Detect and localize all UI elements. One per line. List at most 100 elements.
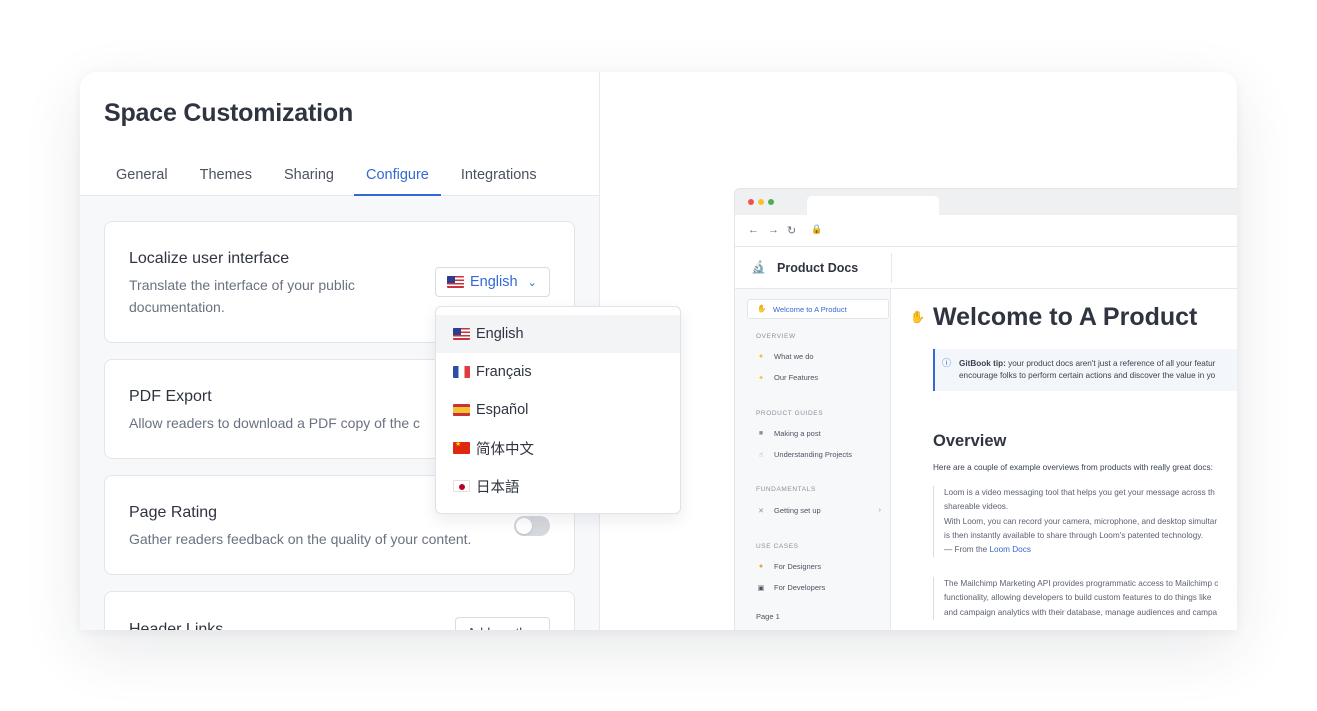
sidebar-item-for-designers: ● For Designers — [756, 562, 881, 571]
hand-icon: ☝ — [758, 451, 764, 459]
language-option-label: English — [476, 326, 524, 342]
sidebar-item-label: Our Features — [774, 373, 819, 382]
tip-line2: encourage folks to perform certain actio… — [959, 371, 1216, 380]
tab-general[interactable]: General — [104, 158, 180, 196]
language-option-french[interactable]: Français — [436, 353, 680, 391]
sidebar-item-label: Making a post — [774, 429, 821, 438]
sidebar-item-for-developers: ▣ For Developers — [756, 583, 881, 592]
page-title: Space Customization — [104, 99, 354, 127]
sidebar-item-page-1: Page 1 — [756, 612, 881, 621]
sidebar-category-guides: PRODUCT GUIDES — [756, 410, 824, 417]
selected-language: English — [470, 274, 518, 290]
palette-icon: ● — [758, 563, 764, 570]
tab-integrations[interactable]: Integrations — [449, 158, 549, 196]
panel-header: Space Customization General Themes Shari… — [80, 72, 599, 196]
us-flag-icon — [453, 328, 470, 340]
sidebar-item-label: Getting set up — [774, 506, 821, 515]
bulb-icon: ● — [758, 353, 764, 360]
quote-line: functionality, allowing developers to bu… — [944, 593, 1212, 603]
language-option-chinese[interactable]: 简体中文 — [436, 429, 680, 467]
header-divider — [891, 253, 892, 283]
page-rating-title: Page Rating — [129, 504, 218, 521]
fr-flag-icon — [453, 366, 470, 378]
info-icon: ⓘ — [942, 358, 952, 368]
tab-configure[interactable]: Configure — [353, 158, 441, 196]
site-name: Product Docs — [777, 261, 859, 275]
localize-desc-line1: Translate the interface of your public — [129, 277, 355, 293]
language-option-spanish[interactable]: Español — [436, 391, 680, 429]
close-dot — [748, 199, 754, 205]
us-flag-icon — [447, 276, 464, 288]
tab-sharing[interactable]: Sharing — [272, 158, 346, 196]
sidebar-item-label: Page 1 — [756, 612, 780, 621]
sidebar-item-understanding-projects: ☝ Understanding Projects — [756, 450, 881, 459]
tools-icon: ✕ — [758, 507, 764, 515]
forward-arrow-icon: → — [768, 224, 779, 236]
tip-text: your product docs aren't just a referenc… — [1005, 359, 1216, 368]
sparkle-icon: ✦ — [758, 374, 764, 382]
quote-line: shareable videos. — [944, 502, 1009, 512]
quote-line: is then instantly available to share thr… — [944, 530, 1204, 540]
post-icon: ■ — [758, 430, 764, 437]
sidebar-item-getting-set-up: ✕ Getting set up › — [756, 506, 881, 515]
docs-content: ✋ Welcome to A Product ⓘ GitBook tip: yo… — [892, 289, 1237, 630]
browser-titlebar — [735, 189, 1237, 215]
sidebar-item-label: For Developers — [774, 583, 826, 592]
header-links-section: Header Links Add another — [104, 591, 575, 630]
tab-bar: General Themes Sharing Configure Integra… — [104, 158, 557, 196]
language-option-label: Español — [476, 402, 529, 418]
page-rating-toggle[interactable] — [514, 516, 550, 536]
quote-line: The Mailchimp Marketing API provides pro… — [944, 579, 1219, 588]
quote-line: Loom is a video messaging tool that help… — [944, 488, 1215, 497]
mailchimp-quote: The Mailchimp Marketing API provides pro… — [933, 577, 1237, 620]
tip-line1: GitBook tip: your product docs aren't ju… — [959, 358, 1237, 370]
quote-from: — From the — [944, 545, 990, 555]
page-rating-description: Gather readers feedback on the quality o… — [129, 531, 472, 547]
minimize-dot — [758, 199, 764, 205]
reload-icon: ↻ — [787, 225, 797, 237]
overview-heading: Overview — [933, 432, 1007, 450]
microscope-logo-icon: 🔬 — [751, 260, 766, 274]
language-option-japanese[interactable]: 日本語 — [436, 467, 680, 505]
add-another-button[interactable]: Add another — [455, 617, 550, 630]
chevron-right-icon: › — [878, 507, 881, 514]
sidebar-item-what-we-do: ● What we do — [756, 352, 881, 361]
language-option-english[interactable]: English — [436, 315, 680, 353]
es-flag-icon — [453, 404, 470, 416]
language-option-label: 日本語 — [476, 479, 520, 496]
quote-source: — From the Loom Docs — [944, 543, 1237, 557]
sidebar-category-use-cases: USE CASES — [756, 543, 799, 550]
browser-address-bar: ← → ↻ 🔒 — [735, 215, 1237, 247]
back-arrow-icon: ← — [748, 224, 759, 236]
chevron-down-icon: ⌄ — [527, 276, 537, 289]
sidebar-item-label: Understanding Projects — [774, 450, 852, 459]
sidebar-item-welcome: ✋ Welcome to A Product — [747, 299, 889, 319]
language-option-label: Français — [476, 364, 532, 380]
localize-title: Localize user interface — [129, 250, 290, 267]
wave-icon: ✋ — [910, 310, 925, 324]
quote-line: With Loom, you can record your camera, m… — [944, 516, 1218, 526]
localize-desc-line2: documentation. — [129, 299, 225, 315]
browser-tab — [807, 196, 939, 215]
maximize-dot — [768, 199, 774, 205]
lock-icon: 🔒 — [811, 224, 823, 234]
sidebar-item-label: What we do — [774, 352, 814, 361]
preview-area: ← → ↻ 🔒 🔬 Product Docs ✋ Welcome to A Pr… — [600, 72, 1237, 630]
tab-themes[interactable]: Themes — [188, 158, 264, 196]
sidebar-item-label: For Designers — [774, 562, 822, 571]
docs-header: 🔬 Product Docs — [735, 247, 1237, 289]
cn-flag-icon — [453, 442, 470, 454]
wave-icon: ✋ — [757, 304, 767, 313]
language-select-button[interactable]: English ⌄ — [435, 267, 550, 297]
loom-docs-link[interactable]: Loom Docs — [990, 545, 1031, 554]
sidebar-category-fundamentals: FUNDAMENTALS — [756, 486, 816, 493]
docs-sidebar: ✋ Welcome to A Product OVERVIEW ● What we… — [735, 289, 891, 630]
jp-flag-icon — [453, 480, 470, 492]
pdf-export-title: PDF Export — [129, 388, 212, 405]
monitor-icon: ▣ — [757, 584, 765, 592]
header-links-title: Header Links — [129, 621, 224, 630]
overview-intro: Here are a couple of example overviews f… — [933, 463, 1213, 472]
language-option-label: 简体中文 — [476, 441, 534, 458]
tip-bold: GitBook tip: — [959, 359, 1006, 368]
sidebar-item-making-a-post: ■ Making a post — [756, 429, 881, 438]
